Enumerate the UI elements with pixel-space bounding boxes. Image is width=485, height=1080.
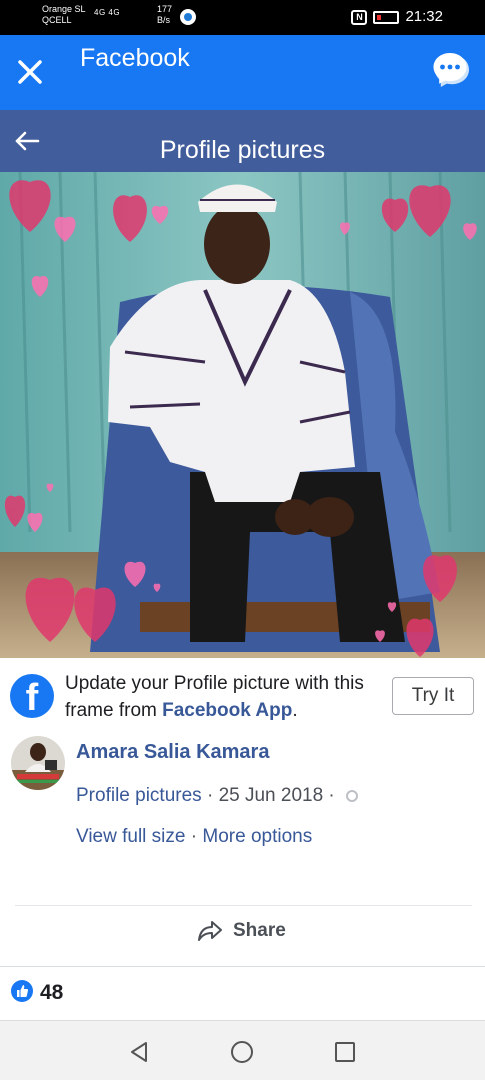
carrier-label: Orange SL QCELL <box>42 4 86 25</box>
album-link[interactable]: Profile pictures <box>76 785 202 806</box>
promo-text: Update your Profile picture with this fr… <box>65 673 364 721</box>
like-icon <box>11 980 33 1002</box>
clock: 21:32 <box>405 8 443 25</box>
like-count: 48 <box>40 981 64 1004</box>
page-title: Profile pictures <box>159 136 326 164</box>
globe-icon <box>346 789 359 802</box>
close-icon[interactable] <box>16 58 44 86</box>
view-full-size-link[interactable]: View full size <box>76 826 185 847</box>
post-date[interactable]: 25 Jun 2018 <box>219 785 324 806</box>
reactions-summary[interactable]: 48 <box>0 967 485 1019</box>
more-options-link[interactable]: More options <box>202 826 312 847</box>
avatar[interactable] <box>11 736 65 790</box>
system-nav-bar <box>0 1020 485 1080</box>
status-bar: Orange SL QCELL 4G 4G 177 B/s N 21:32 <box>0 0 485 35</box>
nfc-icon: N <box>351 9 368 25</box>
nav-back-icon[interactable] <box>128 1041 150 1063</box>
network-indicator: 4G 4G <box>94 8 121 17</box>
app-title: Facebook <box>80 44 190 72</box>
frame-promo: f Update your Profile picture with this … <box>0 658 485 736</box>
profile-photo-image <box>0 172 485 658</box>
facebook-app-link[interactable]: Facebook App <box>162 700 292 721</box>
facebook-logo-icon: f <box>10 674 54 719</box>
nav-recent-apps-icon[interactable] <box>335 1042 355 1062</box>
battery-icon <box>373 10 400 24</box>
profile-pictures-header: Profile pictures <box>0 110 485 172</box>
photo-post-info: Amara Salia Kamara Profile pictures · 25… <box>0 736 485 906</box>
author-name[interactable]: Amara Salia Kamara <box>76 739 269 765</box>
try-it-button[interactable]: Try It <box>392 677 474 715</box>
vpn-icon <box>180 9 196 25</box>
photo-links: View full size · More options <box>76 826 313 847</box>
share-icon <box>198 921 222 941</box>
profile-photo[interactable] <box>0 172 485 658</box>
post-meta: Profile pictures · 25 Jun 2018 · <box>76 784 359 808</box>
action-bar: Share <box>0 906 485 966</box>
share-label: Share <box>233 920 286 941</box>
network-speed: 177 B/s <box>157 4 173 25</box>
messenger-icon[interactable] <box>432 52 472 90</box>
app-bar: Facebook <box>0 35 485 110</box>
nav-home-icon[interactable] <box>231 1041 253 1063</box>
share-button[interactable]: Share <box>197 920 286 942</box>
